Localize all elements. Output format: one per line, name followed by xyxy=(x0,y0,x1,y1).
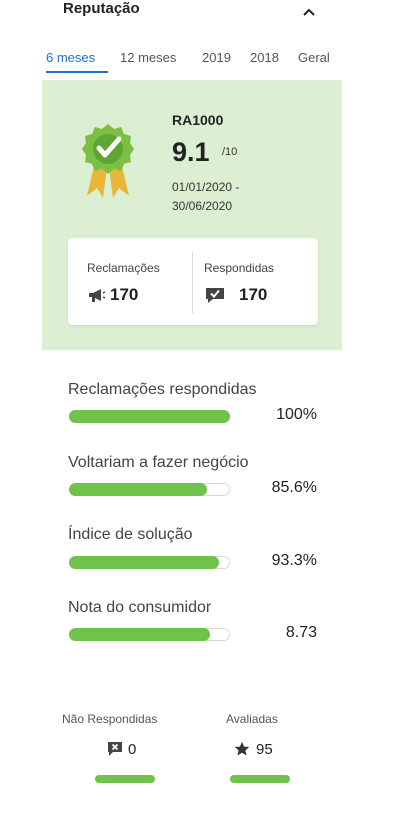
stats-card xyxy=(68,238,318,325)
metric-value-solucao: 93.3% xyxy=(271,552,317,569)
unanswered-label: Não Respondidas xyxy=(62,712,158,726)
star-icon xyxy=(234,741,250,756)
metric-bar-fill xyxy=(69,483,207,496)
ra1000-badge: RA1000 xyxy=(172,112,224,128)
period-end: 30/06/2020 xyxy=(172,199,233,213)
metric-value-nota: 8.73 xyxy=(285,624,317,641)
answered-count: 170 xyxy=(239,285,268,304)
rated-count: 95 xyxy=(256,741,273,758)
metric-label-solucao: Índice de solução xyxy=(68,526,193,543)
metric-label-respondidas: Reclamações respondidas xyxy=(68,381,257,398)
rated-bar xyxy=(230,775,290,783)
metric-label-voltariam: Voltariam a fazer negócio xyxy=(68,454,249,471)
x-chat-icon xyxy=(108,742,122,756)
award-ribbon-icon xyxy=(82,124,134,198)
tab-2018[interactable]: 2018 xyxy=(250,50,279,65)
rated-label: Avaliadas xyxy=(226,712,278,726)
megaphone-icon xyxy=(89,289,106,302)
tab-6-meses[interactable]: 6 meses xyxy=(46,50,95,65)
period-range: 01/01/2020 - 30/06/2020 xyxy=(172,178,332,216)
unanswered-count: 0 xyxy=(128,741,137,758)
section-title: Reputação xyxy=(63,0,140,17)
tab-2019[interactable]: 2019 xyxy=(202,50,231,65)
metric-value-respondidas: 100% xyxy=(276,406,317,423)
metric-value-voltariam: 85.6% xyxy=(271,479,317,496)
active-tab-indicator xyxy=(46,71,108,73)
reputation-score: 9.1 xyxy=(172,137,210,167)
unanswered-bar xyxy=(95,775,155,783)
stats-divider xyxy=(192,252,193,314)
answered-label: Respondidas xyxy=(204,261,275,275)
complaints-count: 170 xyxy=(110,285,139,304)
reputation-header: Reputação xyxy=(0,0,410,24)
period-start: 01/01/2020 - xyxy=(172,180,240,194)
period-tabs: 6 meses 12 meses 2019 2018 Geral xyxy=(0,50,410,73)
tab-geral[interactable]: Geral xyxy=(298,50,330,65)
tab-12-meses[interactable]: 12 meses xyxy=(120,50,176,65)
complaints-label: Reclamações xyxy=(87,261,160,275)
chevron-up-icon[interactable] xyxy=(302,6,316,18)
metric-bar-fill xyxy=(69,628,210,641)
metric-bar-fill xyxy=(69,556,219,569)
checked-chat-icon xyxy=(206,288,224,303)
metric-bar-fill xyxy=(69,410,230,423)
metric-label-nota: Nota do consumidor xyxy=(68,599,212,616)
score-max: /10 xyxy=(222,146,238,158)
